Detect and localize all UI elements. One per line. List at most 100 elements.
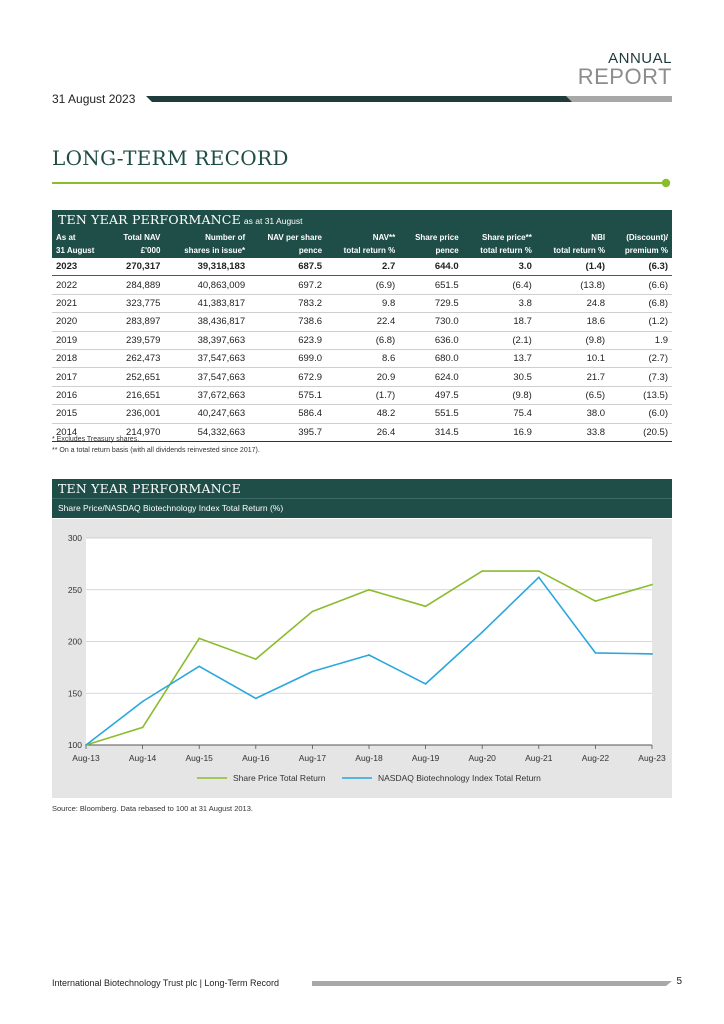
table-cell: 216,651: [109, 386, 165, 406]
table-cell: 2021: [52, 294, 110, 314]
table-cell: 644.0: [399, 258, 463, 277]
table-cell: 323,775: [109, 294, 165, 314]
column-header-line: NBI: [591, 233, 606, 242]
table-cell: (1.4): [535, 258, 610, 277]
table-cell: 37,672,663: [164, 386, 250, 406]
table-cell: 283,897: [109, 312, 165, 332]
table-cell: 18.6: [535, 312, 610, 332]
table-cell: 783.2: [249, 294, 327, 314]
x-tick-label: Aug-15: [185, 753, 213, 763]
table-cell: 2.7: [326, 258, 400, 277]
column-header-line: Total NAV: [123, 233, 161, 242]
column-header-line: NAV per share: [267, 233, 323, 242]
table-cell: 236,001: [109, 404, 165, 424]
y-tick-label: 300: [68, 533, 82, 543]
data-point: [198, 665, 201, 668]
table-cell: 551.5: [399, 404, 463, 424]
column-header-line: total return %: [553, 246, 606, 255]
x-tick-label: Aug-23: [638, 753, 666, 763]
data-point: [311, 670, 314, 673]
line-chart: 100 150 200 250 300 Aug-13 Aug-14 Aug-15 Aug-16 A…: [68, 533, 666, 783]
table-cell: 575.1: [249, 386, 327, 406]
chart-title: TEN YEAR PERFORMANCE: [58, 481, 241, 496]
data-point: [368, 654, 370, 656]
column-header: NAV per share pence: [249, 230, 327, 258]
legend-label: NASDAQ Biotechnology Index Total Return: [378, 773, 541, 783]
table-cell: 30.5: [462, 367, 536, 387]
table-cell: 738.6: [249, 312, 327, 332]
table-cell: 8.6: [326, 349, 400, 369]
table-cell: 22.4: [326, 312, 400, 332]
table-cell: (6.4): [462, 275, 536, 295]
table-cell: 9.8: [326, 294, 400, 314]
data-point: [537, 570, 540, 573]
x-tick-label: Aug-20: [468, 753, 496, 763]
table-cell: (6.3): [609, 258, 672, 277]
y-tick-label: 200: [68, 637, 82, 647]
table-cell: 672.9: [249, 367, 327, 387]
column-header-line: NAV**: [372, 233, 396, 242]
table-cell: 24.8: [535, 294, 610, 314]
column-header-line: total return %: [343, 246, 396, 255]
page-number: 5: [676, 976, 682, 987]
x-tick-label: Aug-18: [355, 753, 383, 763]
table-cell: 395.7: [249, 423, 327, 442]
table-cell: 38,397,663: [164, 331, 250, 350]
data-point: [198, 637, 201, 640]
table-cell: (6.8): [326, 331, 400, 350]
table-cell: 252,651: [109, 367, 165, 387]
column-header-line: Number of: [205, 233, 246, 242]
table-cell: 37,547,663: [164, 349, 250, 369]
y-tick-label: 250: [68, 585, 82, 595]
table-row: 2016 216,651 37,672,663 575.1 (1.7) 497.5 (9.8…: [52, 386, 672, 406]
table-cell: 38,436,817: [164, 312, 250, 332]
data-point: [368, 588, 370, 591]
table-cell: 1.9: [609, 331, 672, 350]
table-cell: 699.0: [249, 349, 327, 369]
data-point: [594, 651, 597, 654]
column-header: As at 31 August: [52, 230, 110, 258]
table-cell: 624.0: [399, 367, 463, 387]
table-row: 2021 323,775 41,383,817 783.2 9.8 729.5 3.8 24.…: [52, 294, 672, 314]
table-cell: 636.0: [399, 331, 463, 350]
column-header-line: (Discount)/: [626, 233, 668, 242]
table-cell: 623.9: [249, 331, 327, 350]
column-header-line: shares in issue*: [184, 246, 246, 255]
footnote-total-return: ** On a total return basis (with all div…: [52, 447, 260, 454]
x-tick-label: Aug-17: [299, 753, 327, 763]
data-point: [254, 697, 257, 700]
table-cell: (13.8): [535, 275, 610, 295]
column-header-line: Share price**: [482, 233, 532, 242]
chart-section-header: TEN YEAR PERFORMANCE: [52, 479, 672, 499]
table-cell: 2019: [52, 331, 110, 350]
table-cell: (7.3): [609, 367, 672, 387]
x-tick-label: Aug-21: [525, 753, 553, 763]
table-cell: 697.2: [249, 275, 327, 295]
table-cell: 33.8: [535, 423, 610, 442]
table-cell: 18.7: [462, 312, 536, 332]
data-point: [311, 610, 314, 613]
footer-text: International Biotechnology Trust plc | …: [52, 978, 279, 988]
table-subtitle: as at 31 August: [243, 216, 303, 226]
table-cell: (6.0): [609, 404, 672, 424]
column-header: Share price pence: [399, 230, 463, 258]
performance-table: As at 31 August Total NAV £'000 Number of sha…: [52, 230, 672, 442]
chart-subtitle: Share Price/NASDAQ Biotechnology Index T…: [52, 498, 672, 518]
data-point: [424, 683, 427, 685]
column-header: Total NAV £'000: [109, 230, 165, 258]
column-header: Number of shares in issue*: [164, 230, 250, 258]
table-cell: 13.7: [462, 349, 536, 369]
legend-label: Share Price Total Return: [233, 773, 326, 783]
table-row: 2023 270,317 39,318,183 687.5 2.7 644.0 3.0 (1.…: [52, 258, 672, 277]
column-header: NBI total return %: [535, 230, 610, 258]
table-cell: 41,383,817: [164, 294, 250, 314]
table-cell: (1.7): [326, 386, 400, 406]
table-row: 2017 252,651 37,547,663 672.9 20.9 624.0 30.5 2…: [52, 367, 672, 387]
y-tick-label: 150: [68, 688, 82, 698]
table-cell: 680.0: [399, 349, 463, 369]
table-cell: 21.7: [535, 367, 610, 387]
table-cell: 239,579: [109, 331, 165, 350]
page-title: LONG-TERM RECORD: [52, 146, 289, 170]
table-cell: (20.5): [609, 423, 672, 442]
table-cell: 284,889: [109, 275, 165, 295]
